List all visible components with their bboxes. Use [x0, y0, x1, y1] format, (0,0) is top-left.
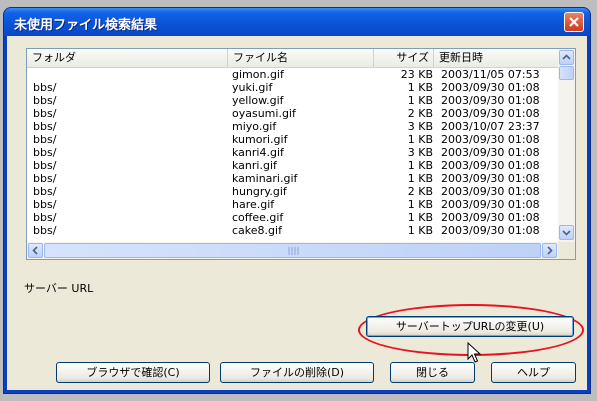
server-url-label: サーバー URL: [24, 282, 94, 295]
cell-modified: 2003/09/30 01:08: [441, 94, 540, 107]
cell-folder: bbs/: [33, 159, 57, 172]
cell-size: 2 KB: [407, 185, 433, 198]
cell-filename: kaminari.gif: [232, 172, 298, 185]
help-button[interactable]: ヘルプ: [491, 362, 576, 383]
column-header-modified[interactable]: 更新日時: [434, 49, 558, 67]
cell-filename: hare.gif: [232, 198, 275, 211]
cell-modified: 2003/09/30 01:08: [441, 224, 540, 237]
cell-folder: bbs/: [33, 120, 57, 133]
cell-size: 3 KB: [407, 146, 433, 159]
cell-modified: 2003/09/30 01:08: [441, 159, 540, 172]
scroll-left-button[interactable]: [28, 243, 43, 258]
cell-filename: gimon.gif: [232, 68, 284, 81]
column-header-folder[interactable]: フォルダ: [27, 49, 228, 67]
scroll-down-button[interactable]: [559, 225, 574, 240]
cell-modified: 2003/09/30 01:08: [441, 146, 540, 159]
cell-modified: 2003/09/30 01:08: [441, 198, 540, 211]
cell-filename: miyo.gif: [232, 120, 277, 133]
cell-modified: 2003/10/07 23:37: [441, 120, 540, 133]
table-row[interactable]: gimon.gif 23 KB 2003/11/05 07:53: [27, 68, 558, 81]
cell-folder: bbs/: [33, 198, 57, 211]
cell-size: 3 KB: [407, 120, 433, 133]
cell-folder: bbs/: [33, 81, 57, 94]
cell-filename: cake8.gif: [232, 224, 282, 237]
cell-filename: kanri.gif: [232, 159, 277, 172]
cell-modified: 2003/09/30 01:08: [441, 185, 540, 198]
table-row[interactable]: bbs/yellow.gif 1 KB 2003/09/30 01:08: [27, 94, 558, 107]
cell-folder: bbs/: [33, 94, 57, 107]
title-bar[interactable]: 未使用ファイル検索結果: [4, 8, 590, 36]
cell-folder: bbs/: [33, 211, 57, 224]
cell-size: 1 KB: [407, 224, 433, 237]
chevron-right-icon: [547, 246, 553, 255]
grip-icon: [288, 247, 299, 255]
cell-folder: bbs/: [33, 172, 57, 185]
chevron-left-icon: [32, 246, 38, 255]
cell-modified: 2003/11/05 07:53: [441, 68, 540, 81]
scrollbar-corner: [558, 242, 575, 259]
table-row[interactable]: bbs/kanri.gif 1 KB 2003/09/30 01:08: [27, 159, 558, 172]
chevron-up-icon: [562, 54, 571, 60]
cell-folder: bbs/: [33, 133, 57, 146]
table-row[interactable]: bbs/yuki.gif 1 KB 2003/09/30 01:08: [27, 81, 558, 94]
column-header-size[interactable]: サイズ: [374, 49, 434, 67]
list-header: フォルダ ファイル名 サイズ 更新日時: [27, 49, 558, 68]
cell-modified: 2003/09/30 01:08: [441, 133, 540, 146]
scroll-up-button[interactable]: [559, 50, 574, 65]
close-dialog-button[interactable]: 閉じる: [390, 362, 475, 383]
close-icon: [569, 17, 579, 27]
cell-size: 1 KB: [407, 211, 433, 224]
mouse-cursor-icon: [467, 342, 481, 363]
cell-modified: 2003/09/30 01:08: [441, 211, 540, 224]
cell-modified: 2003/09/30 01:08: [441, 81, 540, 94]
file-list[interactable]: フォルダ ファイル名 サイズ 更新日時 gimon.gif 23 KB 2003/1…: [26, 48, 576, 260]
cell-modified: 2003/09/30 01:08: [441, 107, 540, 120]
dialog-window: 未使用ファイル検索結果 フォルダ ファイル名 サイズ 更新日時 gimon.gi…: [4, 8, 590, 393]
close-button[interactable]: [564, 12, 584, 32]
cell-size: 1 KB: [407, 159, 433, 172]
delete-files-button[interactable]: ファイルの削除(D): [220, 362, 374, 383]
cell-size: 1 KB: [407, 172, 433, 185]
table-row[interactable]: bbs/miyo.gif 3 KB 2003/10/07 23:37: [27, 120, 558, 133]
vertical-scroll-thumb[interactable]: [559, 66, 574, 80]
cell-size: 23 KB: [400, 68, 433, 81]
cell-folder: bbs/: [33, 146, 57, 159]
cell-filename: hungry.gif: [232, 185, 287, 198]
cell-folder: bbs/: [33, 107, 57, 120]
cell-size: 1 KB: [407, 133, 433, 146]
list-rows: gimon.gif 23 KB 2003/11/05 07:53 bbs/yuki.g…: [27, 68, 558, 242]
cell-filename: yellow.gif: [232, 94, 284, 107]
cell-size: 1 KB: [407, 198, 433, 211]
cell-filename: yuki.gif: [232, 81, 273, 94]
cell-filename: kanri4.gif: [232, 146, 284, 159]
scroll-right-button[interactable]: [542, 243, 557, 258]
table-row[interactable]: bbs/cake8.gif 1 KB 2003/09/30 01:08: [27, 224, 558, 237]
dialog-body: フォルダ ファイル名 サイズ 更新日時 gimon.gif 23 KB 2003/1…: [7, 36, 587, 390]
table-row[interactable]: bbs/hare.gif 1 KB 2003/09/30 01:08: [27, 198, 558, 211]
cell-size: 1 KB: [407, 94, 433, 107]
table-row[interactable]: bbs/hungry.gif 2 KB 2003/09/30 01:08: [27, 185, 558, 198]
cell-folder: bbs/: [33, 185, 57, 198]
horizontal-scroll-thumb[interactable]: [44, 243, 541, 258]
cell-filename: oyasumi.gif: [232, 107, 296, 120]
cell-folder: bbs/: [33, 224, 57, 237]
table-row[interactable]: bbs/coffee.gif 1 KB 2003/09/30 01:08: [27, 211, 558, 224]
change-server-url-button[interactable]: サーバートップURLの変更(U): [366, 316, 574, 337]
cell-modified: 2003/09/30 01:08: [441, 172, 540, 185]
table-row[interactable]: bbs/kumori.gif 1 KB 2003/09/30 01:08: [27, 133, 558, 146]
cell-size: 2 KB: [407, 107, 433, 120]
open-in-browser-button[interactable]: ブラウザで確認(C): [56, 362, 210, 383]
table-row[interactable]: bbs/kaminari.gif 1 KB 2003/09/30 01:08: [27, 172, 558, 185]
window-title: 未使用ファイル検索結果: [14, 18, 158, 33]
cell-filename: coffee.gif: [232, 211, 284, 224]
cell-filename: kumori.gif: [232, 133, 288, 146]
column-header-filename[interactable]: ファイル名: [228, 49, 374, 67]
horizontal-scrollbar[interactable]: [27, 242, 558, 259]
chevron-down-icon: [562, 230, 571, 236]
cell-size: 1 KB: [407, 81, 433, 94]
table-row[interactable]: bbs/oyasumi.gif 2 KB 2003/09/30 01:08: [27, 107, 558, 120]
table-row[interactable]: bbs/kanri4.gif 3 KB 2003/09/30 01:08: [27, 146, 558, 159]
vertical-scrollbar[interactable]: [558, 49, 575, 242]
